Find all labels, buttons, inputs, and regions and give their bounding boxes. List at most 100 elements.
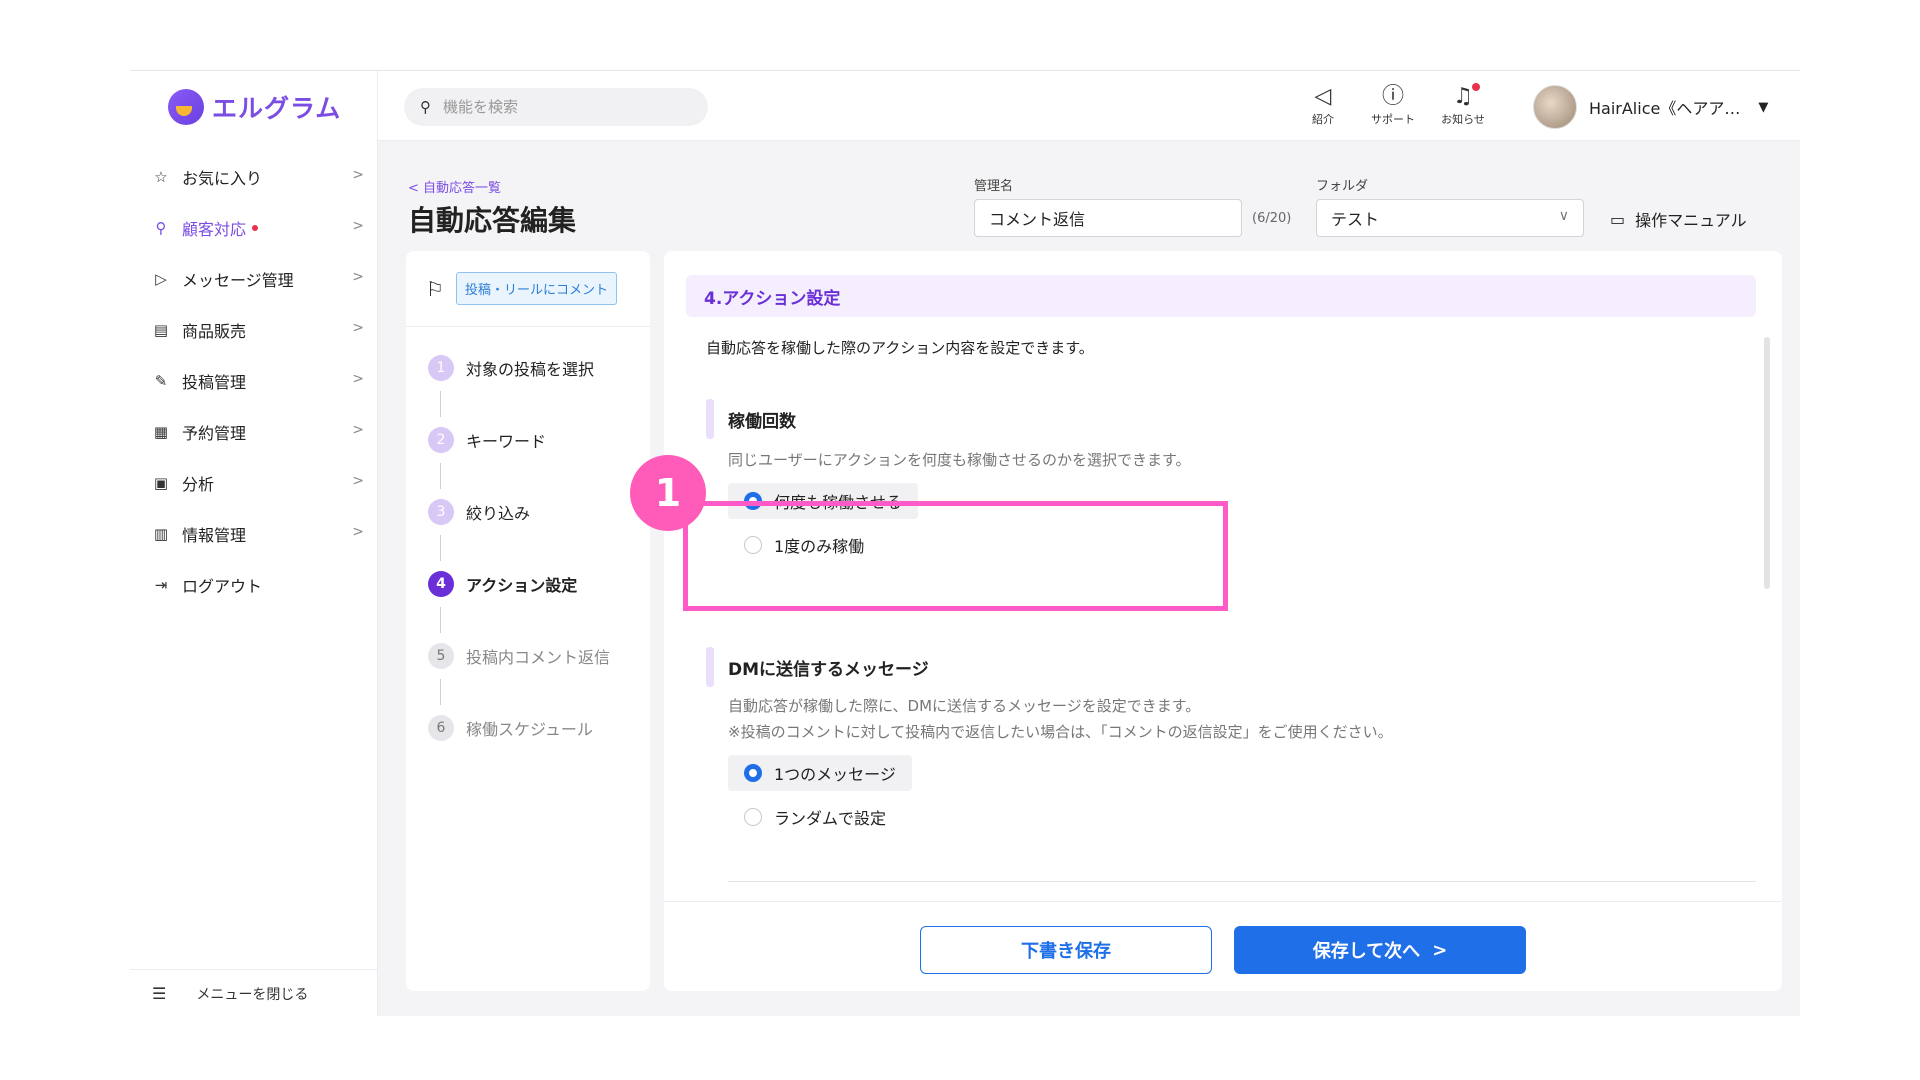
heading-accent-bar [706,647,714,687]
book-icon: ▭ [1610,209,1626,229]
search-icon: ⚲ [420,98,431,116]
notification-dot [252,224,259,231]
step-number: 1 [428,355,454,381]
logout-icon: ⇥ [154,575,168,594]
step-1[interactable]: 1 対象の投稿を選択 [428,355,594,381]
sidebar-item-customer[interactable]: ⚲ 顧客対応 > [130,202,378,253]
sidebar-item-label: ログアウト [182,576,263,596]
section-description: 自動応答を稼働した際のアクション内容を設定できます。 [706,339,1094,357]
run-count-note: 同じユーザーにアクションを何度も稼働させるのかを選択できます。 [728,451,1191,469]
save-draft-label: 下書き保存 [1021,941,1111,962]
header-icons: ◁ 紹介 ⓘ サポート ♫ お知らせ [1298,83,1488,127]
page-title: 自動応答編集 [408,204,577,237]
bell-icon: ♫ [1453,84,1473,109]
radio-label: 1つのメッセージ [774,765,896,784]
folder-select[interactable]: テスト ∨ [1316,199,1584,237]
chevron-right-icon: > [352,473,364,489]
step-6[interactable]: 6 稼働スケジュール [428,715,593,741]
step-4[interactable]: 4 アクション設定 [428,571,577,597]
user-name: HairAlice《ヘアア… [1589,99,1741,118]
send-icon: ▷ [155,269,167,288]
sidebar-item-analytics[interactable]: ▣ 分析 > [130,457,378,508]
scrollbar[interactable] [1764,337,1770,589]
notifications-button[interactable]: ♫ お知らせ [1438,83,1488,127]
notification-badge [1472,83,1480,91]
dm-title: DMに送信するメッセージ [728,659,929,680]
sidebar-item-sales[interactable]: ▤ 商品販売 > [130,304,378,355]
step-label: 対象の投稿を選択 [466,360,595,379]
trigger-row: ⚐ 投稿・リールにコメント [406,251,650,327]
steps-panel: ⚐ 投稿・リールにコメント 1 対象の投稿を選択 2 キーワード 3 絞り込み … [406,251,650,991]
run-count-heading: 稼働回数 [706,399,796,439]
logo-text: エルグラム [212,94,342,123]
folder-field-label: フォルダ [1316,179,1369,194]
support-button[interactable]: ⓘ サポート [1368,83,1418,127]
sidebar-item-label: 情報管理 [182,525,247,545]
chevron-left-icon: < [408,181,424,196]
step-number: 3 [428,499,454,525]
radio-circle [744,764,762,782]
chevron-right-icon: > [352,269,364,285]
folder-select-value: テスト [1331,210,1380,229]
avatar [1533,85,1577,129]
sidebar-item-favorites[interactable]: ☆ お気に入り > [130,151,378,202]
close-menu-button[interactable]: ☰ メニューを閉じる [130,969,378,1016]
step-number: 5 [428,643,454,669]
step-connector [440,535,441,561]
step-label: アクション設定 [466,576,578,595]
sidebar-item-messages[interactable]: ▷ メッセージ管理 > [130,253,378,304]
manual-link[interactable]: ▭ 操作マニュアル [1610,207,1747,231]
back-link[interactable]: < 自動応答一覧 [408,177,501,196]
name-field-label: 管理名 [974,179,1014,194]
manual-link-label: 操作マニュアル [1635,211,1747,230]
store-icon: ▤ [153,320,169,339]
notifications-label: お知らせ [1441,113,1485,126]
step-number: 2 [428,427,454,453]
sidebar-item-posts[interactable]: ✎ 投稿管理 > [130,355,378,406]
sidebar-item-info[interactable]: ▥ 情報管理 > [130,508,378,559]
chevron-right-icon: > [1432,939,1448,961]
sidebar-item-logout[interactable]: ⇥ ログアウト [130,559,378,610]
step-connector [440,391,441,417]
rocket-icon: ⚐ [426,276,444,301]
chevron-right-icon: > [352,422,364,438]
dm-heading: DMに送信するメッセージ [706,647,929,687]
name-counter: (6/20) [1252,211,1292,226]
sidebar-item-label: お気に入り [182,168,263,188]
menu-collapse-icon: ☰ [152,984,167,1003]
chevron-right-icon: > [352,371,364,387]
caret-down-icon: ▼ [1758,99,1769,115]
referral-button[interactable]: ◁ 紹介 [1298,83,1348,127]
sidebar-item-label: 投稿管理 [182,372,247,392]
save-draft-button[interactable]: 下書き保存 [920,926,1212,974]
back-link-label: 自動応答一覧 [423,181,502,196]
report-icon: ▣ [153,473,169,492]
step-2[interactable]: 2 キーワード [428,427,546,453]
search-input[interactable] [443,98,673,116]
close-menu-label: メニューを閉じる [196,986,309,1003]
radio-random-message[interactable]: ランダムで設定 [728,799,902,835]
heading-accent-bar [706,399,714,439]
referral-label: 紹介 [1312,113,1334,126]
chevron-right-icon: > [352,167,364,183]
sidebar-item-label: 商品販売 [182,321,247,341]
run-count-title: 稼働回数 [728,411,796,432]
dm-note: 自動応答が稼働した際に、DMに送信するメッセージを設定できます。 ※投稿のコメン… [728,693,1393,745]
section-title: 4.アクション設定 [686,275,1756,317]
step-connector [440,607,441,633]
logo[interactable]: エルグラム [168,89,341,125]
star-icon: ☆ [154,167,168,186]
person-icon: ⚲ [155,218,167,237]
name-field[interactable]: コメント返信 [974,199,1242,237]
save-next-button[interactable]: 保存して次へ > [1234,926,1526,974]
sidebar-item-label: 予約管理 [182,423,247,443]
radio-single-message[interactable]: 1つのメッセージ [728,755,912,791]
form-footer: 下書き保存 保存して次へ > [664,901,1782,991]
sidebar-item-label: 分析 [182,474,215,494]
step-connector [440,679,441,705]
step-5[interactable]: 5 投稿内コメント返信 [428,643,610,669]
sidebar-item-reservations[interactable]: ▦ 予約管理 > [130,406,378,457]
step-3[interactable]: 3 絞り込み [428,499,530,525]
user-menu[interactable]: HairAlice《ヘアア… ▼ [1533,85,1768,129]
name-field-value: コメント返信 [989,210,1086,229]
